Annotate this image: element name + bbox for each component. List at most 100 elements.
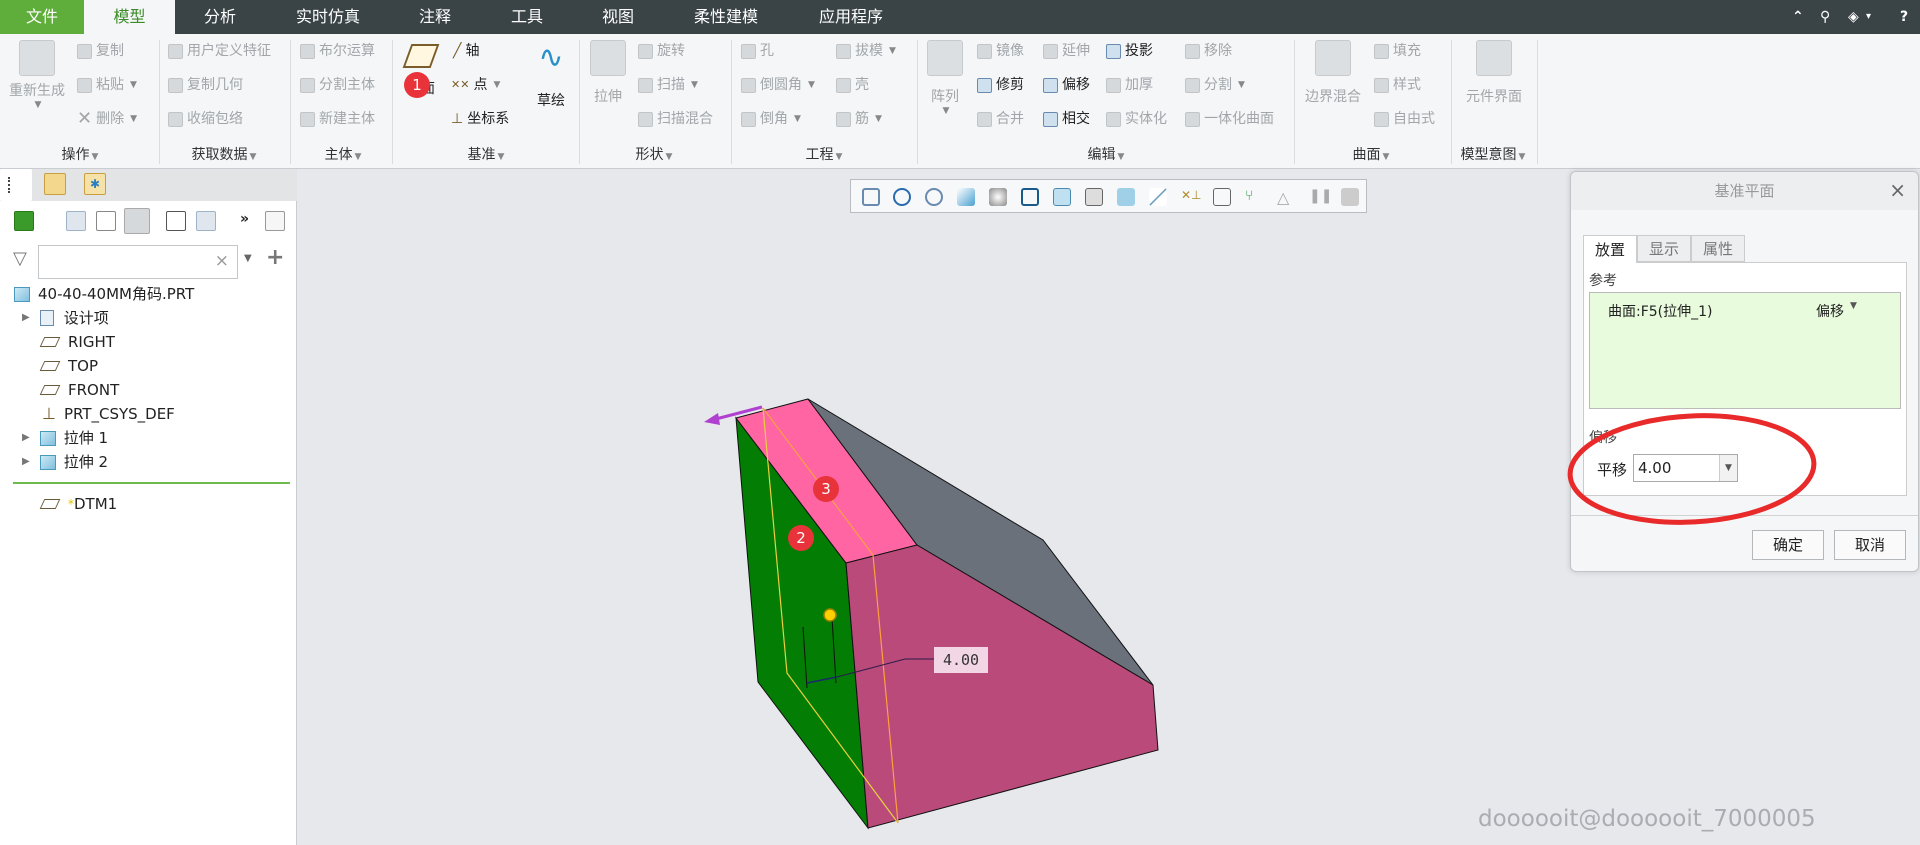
tree-item-front[interactable]: FRONT <box>39 379 119 401</box>
component-interface-button[interactable]: 元件界面 <box>1459 40 1529 106</box>
drag-handle[interactable] <box>823 608 837 622</box>
direction-arrow[interactable] <box>711 405 763 422</box>
insert-here-marker[interactable] <box>13 482 290 484</box>
cancel-button[interactable]: 取消 <box>1834 530 1906 560</box>
translate-dropdown-icon[interactable]: ▼ <box>1719 455 1737 481</box>
filter-icon[interactable]: ▽ <box>13 248 27 269</box>
group-body[interactable]: 主体 ▼ <box>325 144 362 164</box>
tab-model[interactable]: 模型 <box>84 0 175 34</box>
intersect-button[interactable]: 相交 <box>1043 109 1090 129</box>
sweep-button[interactable]: 扫描 ▼ <box>638 75 698 95</box>
stop-icon[interactable] <box>1341 188 1359 206</box>
thicken-button[interactable]: 加厚 <box>1106 75 1153 95</box>
round-button[interactable]: 倒圆角 ▼ <box>741 75 815 95</box>
rib-button[interactable]: 筋 ▼ <box>836 109 882 129</box>
expand-icon[interactable]: ▶ <box>22 427 30 449</box>
mirror-button[interactable]: 镜像 <box>977 41 1024 61</box>
tree-item-extrude-1[interactable]: ▶ 拉伸 1 <box>22 427 108 449</box>
view-manager-icon[interactable] <box>1053 188 1071 206</box>
search-options-dropdown[interactable]: ▼ <box>244 253 252 264</box>
revolve-button[interactable]: 旋转 <box>638 41 685 61</box>
tree-root[interactable]: 40-40-40MM角码.PRT <box>14 283 194 305</box>
extend-button[interactable]: 延伸 <box>1043 41 1090 61</box>
perspective-icon[interactable] <box>1085 188 1103 206</box>
zoom-out-icon[interactable] <box>925 188 943 206</box>
remove-button[interactable]: 移除 <box>1185 41 1232 61</box>
constraint-dropdown[interactable]: 偏移 ▼ <box>1816 301 1857 321</box>
new-body-button[interactable]: 新建主体 <box>300 109 375 129</box>
extrude-button[interactable]: 拉伸 <box>578 40 638 106</box>
shrinkwrap-button[interactable]: 收缩包络 <box>168 109 243 129</box>
tab-file[interactable]: 文件 <box>0 0 84 34</box>
gray-slope-face[interactable] <box>807 398 1154 686</box>
dimension-value-label[interactable]: 4.00 <box>934 647 988 673</box>
project-button[interactable]: 投影 <box>1106 41 1153 61</box>
tree-item-top[interactable]: TOP <box>39 355 98 377</box>
trim-button[interactable]: 修剪 <box>977 75 1024 95</box>
paste-button[interactable]: 粘贴 ▼ <box>77 75 137 95</box>
group-get-data[interactable]: 获取数据 ▼ <box>192 144 257 164</box>
tab-applications[interactable]: 应用程序 <box>819 0 883 34</box>
tree-columns-icon[interactable] <box>96 211 116 231</box>
collapse-ribbon-icon[interactable]: ⌃ <box>1792 0 1804 34</box>
close-icon[interactable]: × <box>1889 178 1906 202</box>
group-shapes[interactable]: 形状 ▼ <box>636 144 673 164</box>
tree-item-right[interactable]: RIGHT <box>39 331 115 353</box>
style-button[interactable]: 样式 <box>1374 75 1421 95</box>
copy-geometry-button[interactable]: 复制几何 <box>168 75 243 95</box>
tab-model-tree[interactable] <box>0 169 32 201</box>
refit-icon[interactable] <box>862 188 880 206</box>
group-model-intent[interactable]: 模型意图 ▼ <box>1461 144 1526 164</box>
split-body-button[interactable]: 分割主体 <box>300 75 375 95</box>
tab-layers[interactable] <box>44 173 66 195</box>
freestyle-button[interactable]: 自由式 <box>1374 109 1435 129</box>
delete-button[interactable]: ✕ 删除 ▼ <box>77 109 137 129</box>
settings-icon[interactable]: ◈ <box>1848 0 1859 34</box>
zoom-in-icon[interactable] <box>893 188 911 206</box>
show-hide-icon[interactable] <box>124 208 150 234</box>
tree-settings-icon[interactable] <box>66 211 86 231</box>
references-list[interactable]: 曲面:F5(拉伸_1) 偏移 ▼ <box>1589 292 1901 409</box>
tab-properties[interactable]: 属性 <box>1691 235 1745 262</box>
swept-blend-button[interactable]: 扫描混合 <box>638 109 713 129</box>
tree-item-extrude-2[interactable]: ▶ 拉伸 2 <box>22 451 108 473</box>
merge-button[interactable]: 合并 <box>977 109 1024 129</box>
group-engineering[interactable]: 工程 ▼ <box>806 144 843 164</box>
sketch-button[interactable]: ∿ 草绘 <box>521 40 581 110</box>
boolean-button[interactable]: 布尔运算 <box>300 41 375 61</box>
clear-icon[interactable]: × <box>215 251 229 271</box>
csys-button[interactable]: ⊥ 坐标系 <box>451 109 509 129</box>
tab-live-simulation[interactable]: 实时仿真 <box>296 0 360 34</box>
unify-surfaces-button[interactable]: 一体化曲面 <box>1185 109 1274 129</box>
display-style-icon[interactable] <box>989 188 1007 206</box>
fill-button[interactable]: 填充 <box>1374 41 1421 61</box>
point-button[interactable]: ✕✕ 点 ▼ <box>451 75 500 95</box>
settings-dropdown-icon[interactable]: ▾ <box>1866 0 1871 34</box>
tab-view[interactable]: 视图 <box>602 0 634 34</box>
regenerate-button[interactable]: 重新生成 ▼ <box>7 40 67 110</box>
display-style-icon[interactable] <box>14 211 34 231</box>
green-face[interactable] <box>735 416 869 830</box>
tree-item-design-items[interactable]: ▶ 设计项 <box>22 307 109 329</box>
expand-icon[interactable]: ▶ <box>22 451 30 473</box>
axis-button[interactable]: ╱ 轴 <box>453 41 479 61</box>
offset-button[interactable]: 偏移 <box>1043 75 1090 95</box>
quick-check-icon[interactable]: △ <box>1277 188 1295 207</box>
simulation-icon[interactable]: ⑂ <box>1245 188 1263 206</box>
tab-tools[interactable]: 工具 <box>511 0 543 34</box>
split-button[interactable]: 分割 ▼ <box>1185 75 1245 95</box>
search-icon[interactable]: ⚲ <box>1820 0 1830 34</box>
tree-columns-settings-icon[interactable] <box>196 211 216 231</box>
draft-button[interactable]: 拔模 ▼ <box>836 41 896 61</box>
group-editing[interactable]: 编辑 ▼ <box>1088 144 1125 164</box>
datum-display-icon[interactable] <box>1149 188 1167 206</box>
pattern-button[interactable]: 阵列 ▼ <box>915 40 975 116</box>
repaint-icon[interactable] <box>957 188 975 206</box>
annotation-display-icon[interactable]: ✕⊥ <box>1181 188 1202 206</box>
group-surfaces[interactable]: 曲面 ▼ <box>1353 144 1390 164</box>
spin-center-icon[interactable] <box>1213 188 1231 206</box>
magenta-face[interactable] <box>845 544 1159 829</box>
hole-button[interactable]: 孔 <box>741 41 774 61</box>
translate-value[interactable]: 4.00 <box>1634 455 1719 481</box>
translate-input[interactable]: 4.00 ▼ <box>1633 454 1738 482</box>
